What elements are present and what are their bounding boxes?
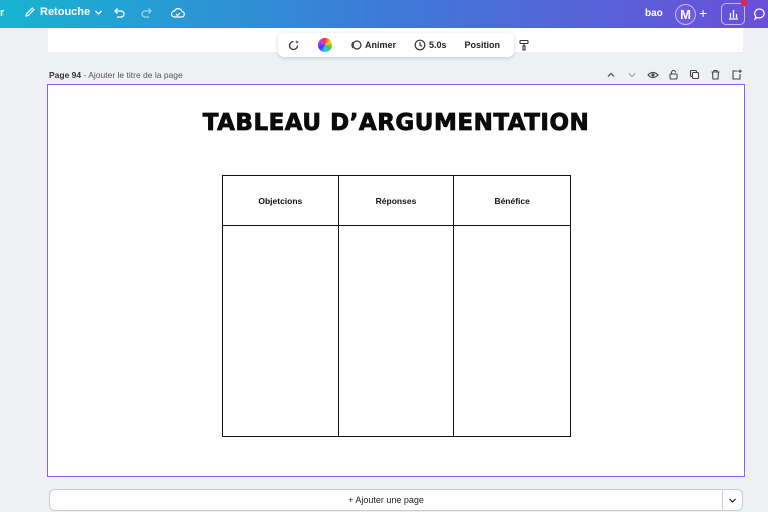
pencil-icon — [25, 7, 35, 17]
chevron-up-icon — [607, 72, 614, 77]
table-cell[interactable] — [223, 226, 339, 436]
design-canvas-page[interactable]: TABLEAU D’ARGUMENTATION Objetcions Répon… — [47, 84, 745, 477]
top-bar: r Retouche bao M + — [0, 0, 768, 28]
eye-icon — [646, 71, 659, 78]
chevron-down-icon — [95, 10, 103, 15]
comments-button[interactable] — [749, 3, 768, 25]
user-name[interactable]: bao — [645, 8, 663, 19]
add-page-button[interactable]: + Ajouter une page — [49, 489, 723, 511]
duplicate-icon — [689, 69, 700, 80]
add-page-icon — [732, 69, 742, 80]
redo-icon — [141, 8, 152, 18]
page-number: Page 94 — [49, 70, 82, 80]
menu-edge-label[interactable]: r — [0, 7, 4, 19]
page-title[interactable]: Page 94 - Ajouter le titre de la page — [49, 70, 183, 80]
comment-icon — [753, 8, 765, 21]
page-header: Page 94 - Ajouter le titre de la page — [48, 68, 743, 82]
position-button[interactable]: Position — [462, 36, 504, 54]
avatar[interactable]: M — [675, 4, 696, 25]
undo-icon — [114, 8, 125, 18]
cloud-save-button[interactable] — [170, 5, 186, 21]
element-toolbar: Animer 5.0s Position — [278, 33, 529, 57]
document-title[interactable]: TABLEAU D’ARGUMENTATION — [48, 110, 744, 137]
paint-roller-icon — [519, 39, 529, 51]
magic-refresh-icon — [288, 39, 299, 50]
add-collaborator-button[interactable]: + — [699, 5, 707, 21]
trash-icon — [711, 69, 720, 80]
retouche-menu-button[interactable]: Retouche — [24, 6, 103, 18]
redo-button[interactable] — [140, 6, 154, 20]
move-page-up-button[interactable] — [604, 68, 617, 81]
table-cell[interactable] — [339, 226, 455, 436]
notification-dot — [741, 0, 747, 6]
cloud-check-icon — [170, 8, 185, 18]
duration-label: 5.0s — [429, 40, 447, 50]
lock-page-button[interactable] — [667, 68, 680, 81]
animate-button[interactable]: Animer — [347, 36, 399, 54]
chevron-down-icon — [729, 498, 736, 503]
add-page-above-button[interactable] — [730, 68, 743, 81]
table-header-responses[interactable]: Réponses — [338, 176, 455, 226]
add-page-label: + Ajouter une page — [348, 495, 424, 505]
duration-button[interactable]: 5.0s — [411, 36, 450, 54]
page-title-placeholder: - Ajouter le titre de la page — [81, 70, 183, 80]
hide-page-button[interactable] — [646, 68, 659, 81]
table-header-objections[interactable]: Objetcions — [223, 176, 339, 226]
animate-icon — [351, 40, 362, 50]
delete-page-button[interactable] — [709, 68, 722, 81]
clock-icon — [414, 39, 426, 51]
move-page-down-button[interactable] — [625, 68, 638, 81]
retouche-label: Retouche — [40, 6, 91, 18]
color-wheel-icon — [318, 38, 332, 52]
argument-table[interactable]: Objetcions Réponses Bénéfice — [222, 175, 571, 437]
chevron-down-icon — [628, 72, 635, 77]
table-header-benefits[interactable]: Bénéfice — [454, 176, 570, 226]
undo-button[interactable] — [112, 6, 126, 20]
color-button[interactable] — [315, 36, 335, 54]
position-label: Position — [464, 40, 501, 50]
table-cell[interactable] — [454, 226, 570, 436]
animate-label: Animer — [365, 40, 397, 50]
insights-button[interactable] — [721, 3, 745, 25]
add-page-options-button[interactable] — [723, 489, 743, 511]
lock-icon — [669, 69, 678, 80]
magic-switch-button[interactable] — [284, 36, 303, 54]
copy-style-button[interactable] — [515, 36, 533, 54]
page-actions — [604, 68, 743, 81]
bar-chart-icon — [729, 10, 738, 20]
duplicate-page-button[interactable] — [688, 68, 701, 81]
